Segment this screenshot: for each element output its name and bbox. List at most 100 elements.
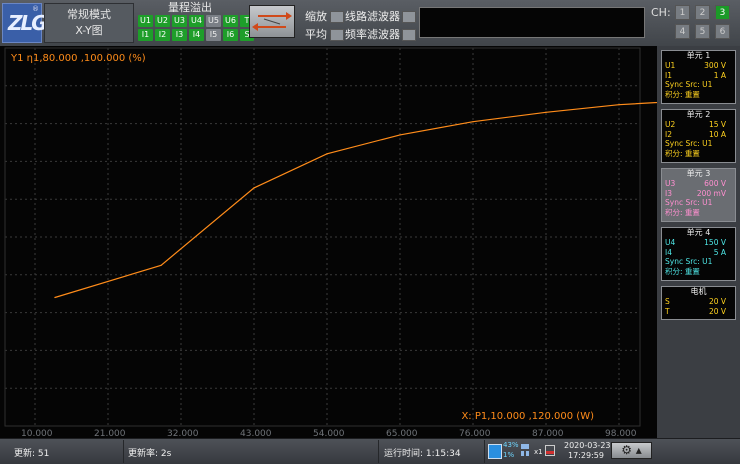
overrange-badge-u1: U1 xyxy=(138,15,153,27)
xy-plot[interactable]: 10.000 21.000 32.000 43.000 54.000 65.000 76.0… xyxy=(0,46,715,439)
x-tick-label: 10.000 xyxy=(21,429,53,438)
overrange-badge-u6: U6 xyxy=(223,15,238,27)
zlg-logo: ZLG ® xyxy=(2,3,48,43)
data-point xyxy=(472,121,474,123)
unit-sync: Sync Src: U1 xyxy=(665,80,713,89)
unit-range-row: I3 200 mV xyxy=(665,188,726,198)
ch-button-5[interactable]: 5 xyxy=(695,24,710,39)
unit-sync: Sync Src: U1 xyxy=(665,139,713,148)
unit-integ: 积分: 重置 xyxy=(665,89,700,99)
unit-range-row: U3 600 V xyxy=(665,179,726,188)
freq-filter-toggle[interactable]: 频率滤波器 xyxy=(345,26,416,42)
unit-sync: Sync Src: U1 xyxy=(665,198,713,207)
unit-range-row: T 20 V xyxy=(665,306,726,316)
update-rate: 更新率: 2s xyxy=(128,449,172,459)
mode-line1: 常规模式 xyxy=(67,8,111,21)
unit-range-row: I4 5 A xyxy=(665,247,726,257)
unit-integ: 积分: 重置 xyxy=(665,266,700,276)
overrange-badge-u4: U4 xyxy=(189,15,204,27)
data-point xyxy=(618,104,620,106)
unit-range-row: I2 10 A xyxy=(665,129,726,139)
zoom-checkbox[interactable] xyxy=(330,11,344,23)
x-tick-label: 65.000 xyxy=(386,429,418,438)
unit-integ: 积分: 重置 xyxy=(665,148,700,158)
overrange-indicator: 量程溢出 U1 U2 U3 U4 U5 U6 T I1 I2 I3 I4 I5 I6 S xyxy=(136,1,254,45)
x-tick-label: 98.000 xyxy=(605,429,637,438)
usage-pct1: 43% xyxy=(503,441,519,449)
average-toggle[interactable]: 平均 xyxy=(305,26,347,42)
xy-chart: 10.000 21.000 32.000 43.000 54.000 65.000 76.0… xyxy=(4,47,715,439)
unit-range-row: U2 15 V xyxy=(665,120,726,129)
x-tick-label: 54.000 xyxy=(313,429,345,438)
data-point xyxy=(160,264,162,266)
unit-panel: 单元 1 U1 300 V I1 1 A Sync Src: U1 积分: 重置 单元 2 U2… xyxy=(657,46,740,438)
mode-button[interactable]: 常规模式 X-Y图 xyxy=(44,3,134,43)
overrange-badge-u2: U2 xyxy=(155,15,170,27)
y-axis-label: Y1 η1,80.000 ,100.000 (%) xyxy=(10,53,146,64)
unit-card-5[interactable]: 电机 S 20 V T 20 V xyxy=(661,286,736,320)
overrange-badge-i1: I1 xyxy=(138,29,153,41)
unit-card-2[interactable]: 单元 2 U2 15 V I2 10 A Sync Src: U1 积分: 重置 xyxy=(661,109,736,163)
ch-button-4[interactable]: 4 xyxy=(675,24,690,39)
zoom-toggle[interactable]: 缩放 xyxy=(305,8,347,24)
unit-title: 单元 1 xyxy=(686,51,711,60)
data-point xyxy=(54,296,56,299)
date: 2020-03-23 xyxy=(564,441,611,450)
overrange-badge-i5: I5 xyxy=(206,29,221,41)
swap-arrows-icon xyxy=(252,12,292,31)
overrange-badge-u5: U5 xyxy=(206,15,221,27)
overrange-badge-i4: I4 xyxy=(189,29,204,41)
time: 17:29:59 xyxy=(568,451,604,460)
unit-range-row: S 20 V xyxy=(665,297,726,306)
x-tick-label: 76.000 xyxy=(459,429,491,438)
data-point xyxy=(326,153,328,155)
data-point xyxy=(399,134,401,136)
data-point xyxy=(545,111,547,113)
line-filter-checkbox[interactable] xyxy=(402,11,416,23)
overrange-badge-i6: I6 xyxy=(223,29,238,41)
x-tick-label: 87.000 xyxy=(532,429,564,438)
unit-card-1[interactable]: 单元 1 U1 300 V I1 1 A Sync Src: U1 积分: 重置 xyxy=(661,50,736,104)
unit-card-3[interactable]: 单元 3 U3 600 V I3 200 mV Sync Src: U1 积分: 重置 xyxy=(661,168,736,222)
ch-button-3[interactable]: 3 xyxy=(715,5,730,20)
settings-gear-button[interactable]: ⚙ ▴ xyxy=(611,442,652,459)
update-count: 更新: 51 xyxy=(14,449,50,459)
ch-button-6[interactable]: 6 xyxy=(715,24,730,39)
swap-arrows-button[interactable] xyxy=(249,5,295,38)
unit-title: 单元 3 xyxy=(686,169,711,178)
x-tick-label: 43.000 xyxy=(240,429,272,438)
message-display xyxy=(419,7,645,38)
unit-range-row: U1 300 V xyxy=(665,61,726,70)
data-point xyxy=(253,187,255,189)
unit-title: 电机 xyxy=(690,287,707,296)
unit-title: 单元 2 xyxy=(686,110,711,119)
unit-sync: Sync Src: U1 xyxy=(665,257,713,266)
overrange-title: 量程溢出 xyxy=(168,1,212,14)
average-checkbox[interactable] xyxy=(330,29,344,41)
overrange-badge-u3: U3 xyxy=(172,15,187,27)
top-toolbar: ZLG ® 常规模式 X-Y图 量程溢出 U1 U2 U3 U4 U5 U6 T I1 I2 I3 I… xyxy=(0,0,740,47)
x-axis-label: X: P1,10.000 ,120.000 (W) xyxy=(461,411,594,422)
x-tick-label: 21.000 xyxy=(94,429,126,438)
network-icon xyxy=(520,443,530,457)
ch-button-2[interactable]: 2 xyxy=(695,5,710,20)
mode-line2: X-Y图 xyxy=(75,24,103,37)
line-filter-toggle[interactable]: 线路滤波器 xyxy=(345,8,416,24)
unit-integ: 积分: 重置 xyxy=(665,207,700,217)
overrange-badges: U1 U2 U3 U4 U5 U6 T I1 I2 I3 I4 I5 I6 S xyxy=(138,15,254,41)
usage-pct2: 1% xyxy=(503,451,515,459)
x-tick-label: 32.000 xyxy=(167,429,199,438)
unit-card-4[interactable]: 单元 4 U4 150 V I4 5 A Sync Src: U1 积分: 重置 xyxy=(661,227,736,281)
unit-range-row: U4 150 V xyxy=(665,238,726,247)
screen-icon xyxy=(488,444,502,459)
overrange-badge-i3: I3 xyxy=(172,29,187,41)
unit-title: 单元 4 xyxy=(686,228,711,237)
multiplier: x1 xyxy=(534,448,543,456)
run-time: 运行时间: 1:15:34 xyxy=(384,449,461,459)
ch-label: CH: xyxy=(651,6,671,19)
overrange-badge-i2: I2 xyxy=(155,29,170,41)
freq-filter-checkbox[interactable] xyxy=(402,29,416,41)
unit-range-row: I1 1 A xyxy=(665,70,726,80)
ch-button-1[interactable]: 1 xyxy=(675,5,690,20)
battery-icon xyxy=(545,445,555,456)
